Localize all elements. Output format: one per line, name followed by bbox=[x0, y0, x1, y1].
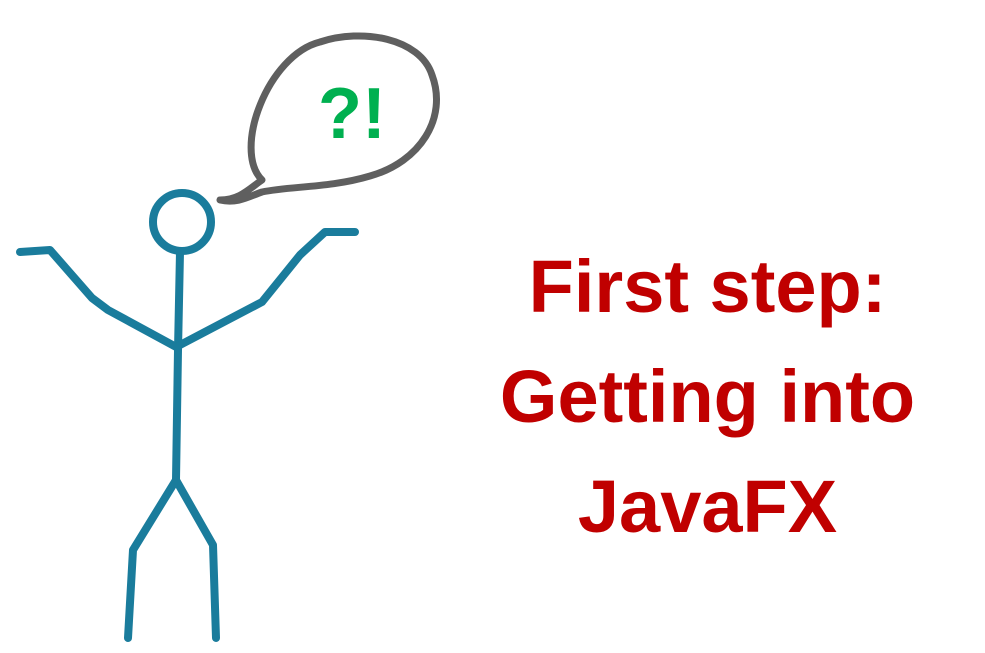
stick-figure-right-leg bbox=[172, 476, 220, 642]
stick-figure-right-arm bbox=[176, 228, 359, 349]
stick-figure-illustration: ?! bbox=[16, 32, 440, 642]
headline: First step: Getting into JavaFX bbox=[450, 232, 965, 562]
headline-line-2: Getting into bbox=[499, 355, 916, 438]
stick-figure bbox=[16, 189, 359, 642]
stick-figure-left-leg bbox=[124, 476, 180, 642]
slide: { "speech_bubble": { "text": "?!" }, "he… bbox=[0, 0, 985, 653]
headline-line-1: First step: bbox=[528, 245, 887, 328]
speech-bubble-text: ?! bbox=[318, 74, 386, 154]
speech-bubble: ?! bbox=[216, 32, 440, 205]
stick-figure-body bbox=[172, 248, 184, 484]
headline-line-3: JavaFX bbox=[577, 465, 838, 548]
stick-figure-head bbox=[149, 189, 215, 255]
stick-figure-left-arm bbox=[16, 246, 182, 352]
